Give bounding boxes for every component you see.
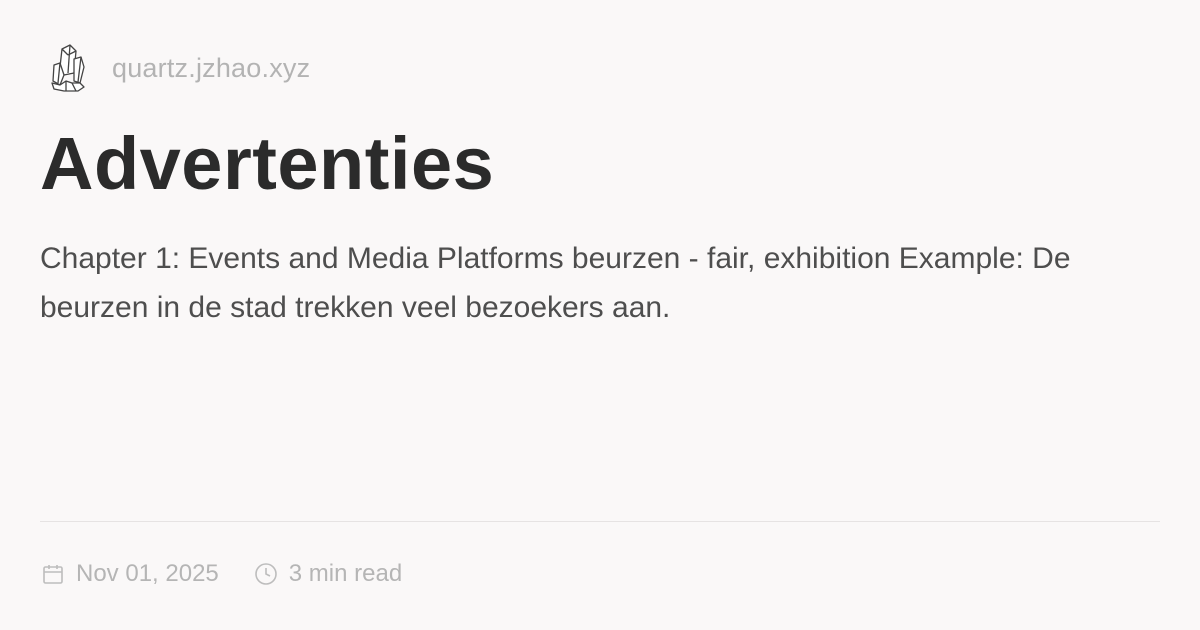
calendar-icon: [40, 561, 66, 587]
page-title: Advertenties: [40, 122, 495, 205]
site-header: quartz.jzhao.xyz: [46, 40, 310, 96]
clock-icon: [253, 561, 279, 587]
crystal-icon: [46, 40, 90, 96]
page-meta: Nov 01, 2025 3 min read: [40, 556, 402, 592]
publish-date: Nov 01, 2025: [40, 560, 219, 588]
preview-card: quartz.jzhao.xyz Advertenties Chapter 1:…: [0, 0, 1200, 630]
divider: [40, 521, 1160, 522]
page-description: Chapter 1: Events and Media Platforms be…: [40, 242, 1071, 324]
site-name[interactable]: quartz.jzhao.xyz: [112, 53, 310, 84]
reading-time-text: 3 min read: [288, 560, 403, 587]
reading-time: 3 min read: [253, 560, 402, 588]
date-text: Nov 01, 2025: [76, 560, 219, 587]
